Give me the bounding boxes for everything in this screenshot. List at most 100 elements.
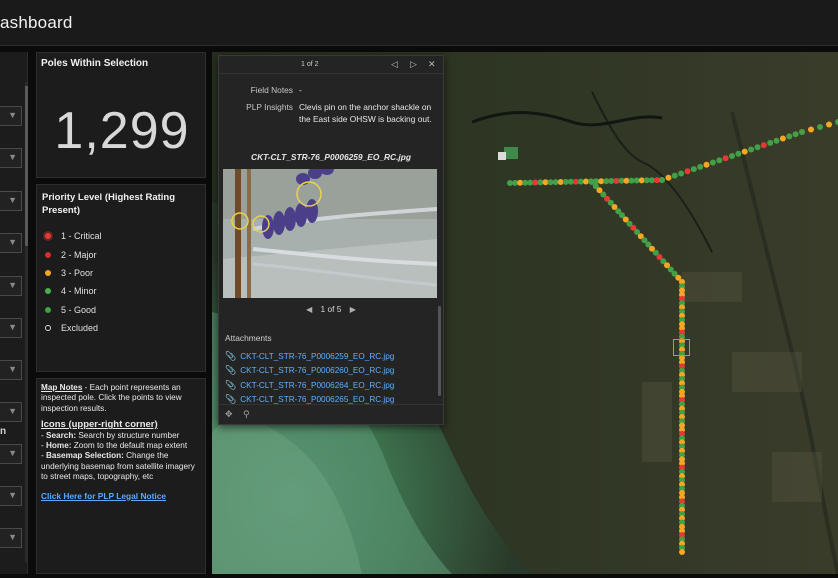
good-dot-icon — [45, 306, 51, 313]
pole-point[interactable] — [748, 146, 755, 153]
pole-point[interactable] — [517, 179, 524, 186]
pole-point[interactable] — [628, 177, 635, 184]
pole-point[interactable] — [665, 174, 672, 181]
popup-toolbar: 1 of 2 ◁ ▷ ✕ — [219, 56, 443, 74]
pole-point[interactable] — [808, 126, 814, 133]
attachment-link[interactable]: CKT-CLT_STR-76_P0006264_EO_RC.jpg — [240, 381, 394, 390]
legal-notice-link[interactable]: Click Here for PLP Legal Notice — [41, 491, 201, 501]
filter-dropdown[interactable]: ▼ — [0, 106, 22, 126]
pole-point[interactable] — [690, 166, 697, 173]
pole-point[interactable] — [735, 150, 742, 157]
pole-point[interactable] — [679, 549, 685, 555]
pole-point[interactable] — [722, 155, 729, 162]
selected-pole-box[interactable] — [673, 339, 690, 356]
move-icon[interactable]: ✥ — [225, 409, 233, 420]
pole-point[interactable] — [741, 148, 748, 155]
attachment-item[interactable]: 📎 CKT-CLT_STR-76_P0006259_EO_RC.jpg — [225, 349, 394, 364]
previous-photo-icon[interactable]: ◀ — [300, 305, 318, 314]
home-note-text: Zoom to the default map extent — [71, 441, 188, 451]
filter-dropdown[interactable]: ▼ — [0, 528, 22, 548]
chevron-down-icon: ▼ — [8, 237, 17, 247]
pole-point[interactable] — [623, 177, 630, 184]
pole-point[interactable] — [786, 133, 793, 140]
popup-footer: ✥ ⚲ — [219, 404, 443, 424]
pole-point[interactable] — [653, 177, 660, 184]
pole-point[interactable] — [779, 135, 786, 142]
excluded-dot-icon — [45, 325, 51, 332]
major-dot-icon — [45, 251, 51, 258]
filter-dropdown[interactable]: ▼ — [0, 276, 22, 296]
next-record-icon[interactable]: ▷ — [410, 59, 417, 70]
filter-dropdown[interactable]: ▼ — [0, 191, 22, 211]
chevron-down-icon: ▼ — [8, 195, 17, 205]
attachment-link[interactable]: CKT-CLT_STR-76_P0006265_EO_RC.jpg — [240, 395, 394, 404]
search-note-text: Search by structure number — [76, 430, 180, 440]
legend-label: Excluded — [61, 323, 99, 334]
chevron-down-icon: ▼ — [8, 280, 17, 290]
critical-dot-icon — [45, 233, 51, 240]
chevron-down-icon: ▼ — [8, 490, 17, 500]
pole-point[interactable] — [716, 157, 723, 164]
app-header: ashboard — [0, 0, 838, 46]
pole-point[interactable] — [638, 177, 645, 184]
filter-scroll-thumb[interactable] — [25, 86, 28, 246]
pole-point[interactable] — [643, 177, 650, 184]
pole-point[interactable] — [567, 178, 574, 185]
attachment-link[interactable]: CKT-CLT_STR-76_P0006259_EO_RC.jpg — [240, 352, 394, 361]
pole-point[interactable] — [547, 179, 554, 186]
filter-dropdown[interactable]: ▼ — [0, 233, 22, 253]
filter-dropdown[interactable]: ▼ — [0, 444, 22, 464]
photo-page-count: 1 of 5 — [320, 304, 342, 314]
attachment-link[interactable]: CKT-CLT_STR-76_P0006260_EO_RC.jpg — [240, 366, 394, 375]
pole-point[interactable] — [562, 178, 569, 185]
pole-point[interactable] — [532, 179, 539, 186]
attachment-item[interactable]: 📎 CKT-CLT_STR-76_P0006264_EO_RC.jpg — [225, 378, 394, 393]
pole-point[interactable] — [577, 178, 584, 185]
chevron-down-icon: ▼ — [8, 152, 17, 162]
chevron-down-icon: ▼ — [8, 406, 17, 416]
pole-point[interactable] — [799, 129, 805, 135]
filter-dropdown[interactable]: ▼ — [0, 148, 22, 168]
zoom-to-icon[interactable]: ⚲ — [243, 409, 250, 420]
pole-point[interactable] — [671, 172, 678, 179]
pole-point[interactable] — [817, 124, 823, 130]
pole-point[interactable] — [760, 142, 767, 149]
priority-legend: 1 - Critical 2 - Major 3 - Poor 4 - Mino… — [45, 227, 102, 337]
inspection-popup: 1 of 2 ◁ ▷ ✕ Field Notes - PLP Insights … — [218, 55, 444, 425]
priority-card-title: Priority Level (Highest Rating Present) — [42, 192, 176, 216]
pole-point[interactable] — [709, 159, 716, 166]
pole-point[interactable] — [583, 178, 589, 185]
pole-point[interactable] — [684, 168, 691, 175]
pole-point[interactable] — [678, 170, 685, 177]
inspection-photo[interactable] — [223, 169, 437, 298]
pole-point[interactable] — [792, 131, 799, 138]
close-icon[interactable]: ✕ — [428, 59, 436, 70]
pole-point[interactable] — [826, 121, 832, 128]
pole-point[interactable] — [537, 179, 544, 186]
pole-point[interactable] — [659, 177, 665, 183]
pole-point[interactable] — [703, 161, 710, 168]
poles-card-title: Poles Within Selection — [41, 58, 149, 69]
pole-point[interactable] — [729, 153, 735, 159]
next-photo-icon[interactable]: ▶ — [344, 305, 362, 314]
popup-scrollbar[interactable] — [438, 306, 441, 396]
pole-point[interactable] — [767, 139, 774, 146]
pole-point[interactable] — [697, 163, 704, 170]
filter-dropdown[interactable]: ▼ — [0, 360, 22, 380]
pole-point[interactable] — [522, 179, 529, 186]
pole-point[interactable] — [608, 178, 615, 184]
attachment-item[interactable]: 📎 CKT-CLT_STR-76_P0006260_EO_RC.jpg — [225, 364, 394, 379]
basemap-note-label: Basemap Selection: — [46, 451, 124, 461]
filter-dropdown[interactable]: ▼ — [0, 318, 22, 338]
pole-point[interactable] — [552, 179, 559, 186]
search-note-label: Search: — [46, 430, 77, 440]
pole-point[interactable] — [507, 180, 513, 186]
pole-point[interactable] — [598, 178, 605, 185]
pole-point[interactable] — [773, 137, 780, 144]
filter-dropdown[interactable]: ▼ — [0, 402, 22, 422]
pole-point[interactable] — [754, 144, 761, 151]
filter-dropdown[interactable]: ▼ — [0, 486, 22, 506]
paperclip-icon: 📎 — [225, 379, 237, 390]
previous-record-icon[interactable]: ◁ — [391, 59, 398, 70]
pole-point[interactable] — [613, 177, 620, 184]
